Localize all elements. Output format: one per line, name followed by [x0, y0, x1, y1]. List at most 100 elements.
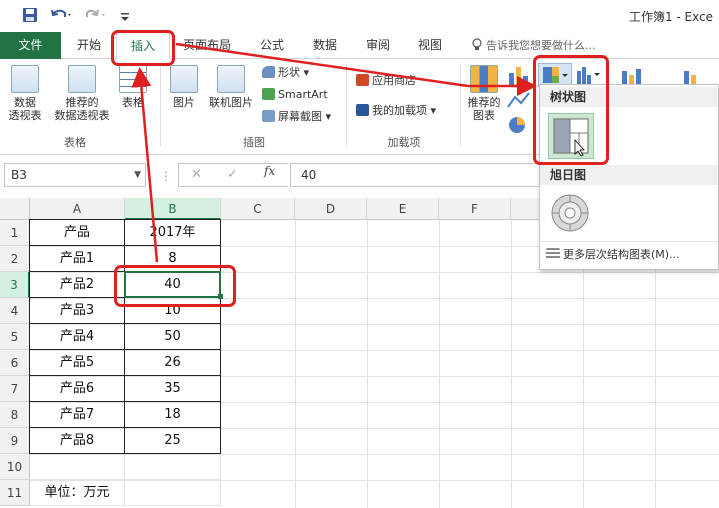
ribbon-tab-row: 文件 开始 插入 页面布局 公式 数据 审阅 视图 告诉我您想要做什么... [0, 32, 719, 60]
row-header[interactable]: 9 [0, 428, 30, 454]
online-picture-icon [217, 65, 245, 93]
more-charts-icon [546, 248, 560, 260]
cell-b3[interactable]: 40 [124, 271, 221, 298]
tab-formulas[interactable]: 公式 [250, 32, 294, 59]
sunburst-icon [551, 194, 589, 232]
tab-home[interactable]: 开始 [66, 32, 112, 59]
column-header-f[interactable]: F [439, 198, 511, 220]
name-box[interactable]: B3 ▼ [4, 163, 146, 187]
cell-b9[interactable]: 25 [124, 427, 221, 454]
cell-b4[interactable]: 10 [124, 297, 221, 324]
fill-handle[interactable] [218, 294, 223, 299]
screenshot-button[interactable]: 屏幕截图 ▾ [262, 109, 331, 125]
store-icon [356, 74, 369, 86]
pictures-button[interactable]: 图片 [166, 65, 202, 109]
row-header[interactable]: 10 [0, 454, 30, 480]
tab-view[interactable]: 视图 [408, 32, 452, 59]
column-header-e[interactable]: E [367, 198, 439, 220]
tab-page-layout[interactable]: 页面布局 [176, 32, 238, 59]
column-header-d[interactable]: D [295, 198, 367, 220]
cell-a2[interactable]: 产品1 [29, 245, 125, 272]
row-header[interactable]: 8 [0, 402, 30, 428]
shapes-button[interactable]: 形状 ▾ [262, 65, 309, 81]
cell-a9[interactable]: 产品8 [29, 427, 125, 454]
undo-icon[interactable] [50, 7, 74, 25]
cell-a1[interactable]: 产品 [29, 219, 125, 246]
save-icon[interactable] [22, 7, 38, 25]
cell-b7[interactable]: 35 [124, 375, 221, 402]
select-all-corner[interactable] [0, 198, 30, 220]
hierarchy-chart-dropdown: 树状图 旭日图 更多层次结构图表(M)... [539, 84, 719, 270]
row-header[interactable]: 3 [0, 272, 30, 298]
table-icon [119, 65, 147, 93]
pivot-table-label: 数据 透视表 [8, 96, 42, 122]
cell-b2[interactable]: 8 [124, 245, 221, 272]
row-header[interactable]: 4 [0, 298, 30, 324]
store-button[interactable]: 应用商店 [356, 73, 416, 89]
tab-file[interactable]: 文件 [0, 32, 61, 59]
menu-separator [540, 241, 718, 242]
online-pictures-button[interactable]: 联机图片 [204, 65, 258, 109]
cell-b10[interactable] [125, 454, 221, 480]
table-label: 表格 [122, 96, 144, 109]
window-title: 工作簿1 - Exce [628, 10, 713, 24]
table-button[interactable]: 表格 [116, 65, 150, 109]
tell-me-box[interactable]: 告诉我您想要做什么... [472, 32, 596, 59]
recommended-pivot-icon [68, 65, 96, 93]
cell-a5[interactable]: 产品4 [29, 323, 125, 350]
recommended-charts-button[interactable]: 推荐的 图表 [464, 65, 504, 122]
cell-a8[interactable]: 产品7 [29, 401, 125, 428]
row-header[interactable]: 5 [0, 324, 30, 350]
cell-b1[interactable]: 2017年 [124, 219, 221, 246]
treemap-option[interactable] [548, 113, 594, 159]
row-header[interactable]: 7 [0, 376, 30, 402]
smartart-button[interactable]: SmartArt [262, 87, 328, 103]
group-label-tables: 表格 [64, 136, 86, 149]
recommended-pivot-label: 推荐的 数据透视表 [54, 96, 110, 122]
cell-b5[interactable]: 50 [124, 323, 221, 350]
redo-icon[interactable] [84, 7, 108, 25]
row-header[interactable]: 2 [0, 246, 30, 272]
line-chart-button[interactable] [505, 89, 535, 113]
row-header[interactable]: 1 [0, 220, 30, 246]
enter-icon[interactable]: ✓ [227, 167, 238, 182]
my-addins-button[interactable]: 我的加载项 ▾ [356, 103, 436, 119]
tab-insert[interactable]: 插入 [116, 32, 170, 60]
column-header-b[interactable]: B [125, 198, 221, 220]
formula-input[interactable]: 40 [290, 163, 540, 187]
cell-b8[interactable]: 18 [124, 401, 221, 428]
cell-a3[interactable]: 产品2 [29, 271, 125, 298]
cell-b11[interactable] [125, 480, 221, 506]
group-separator [346, 63, 347, 147]
recommended-pivot-button[interactable]: 推荐的 数据透视表 [50, 65, 114, 122]
formula-bar-splitter[interactable]: ⋮ [160, 169, 172, 183]
pivot-table-button[interactable]: 数据 透视表 [4, 65, 46, 122]
pie-chart-button[interactable] [505, 113, 535, 137]
chevron-down-icon[interactable]: ▼ [134, 164, 141, 186]
cancel-icon[interactable]: ✕ [191, 167, 202, 182]
cell-a6[interactable]: 产品5 [29, 349, 125, 376]
recommended-charts-label: 推荐的 图表 [467, 96, 501, 122]
row-header[interactable]: 11 [0, 480, 30, 506]
column-header-a[interactable]: A [30, 198, 125, 220]
cell-a4[interactable]: 产品3 [29, 297, 125, 324]
cell-a10[interactable] [30, 454, 125, 480]
more-hierarchy-charts-item[interactable]: 更多层次结构图表(M)... [546, 247, 680, 263]
cell-a7[interactable]: 产品6 [29, 375, 125, 402]
shapes-label: 形状 [278, 66, 300, 79]
cell-b6[interactable]: 26 [124, 349, 221, 376]
tell-me-text: 告诉我您想要做什么... [486, 39, 596, 52]
tab-review[interactable]: 审阅 [356, 32, 400, 59]
group-label-illustrations: 插图 [243, 136, 265, 149]
lightbulb-icon [472, 34, 482, 61]
row-header[interactable]: 6 [0, 350, 30, 376]
tab-data[interactable]: 数据 [304, 32, 346, 59]
insert-function-button[interactable]: fx [264, 164, 275, 178]
gridline [439, 220, 440, 508]
customize-icon[interactable] [120, 7, 130, 25]
pictures-label: 图片 [173, 96, 195, 109]
cell-a11[interactable]: 单位：万元 [30, 480, 125, 506]
sunburst-option[interactable] [548, 191, 592, 235]
column-chart-button[interactable] [505, 63, 535, 87]
column-header-c[interactable]: C [221, 198, 295, 220]
